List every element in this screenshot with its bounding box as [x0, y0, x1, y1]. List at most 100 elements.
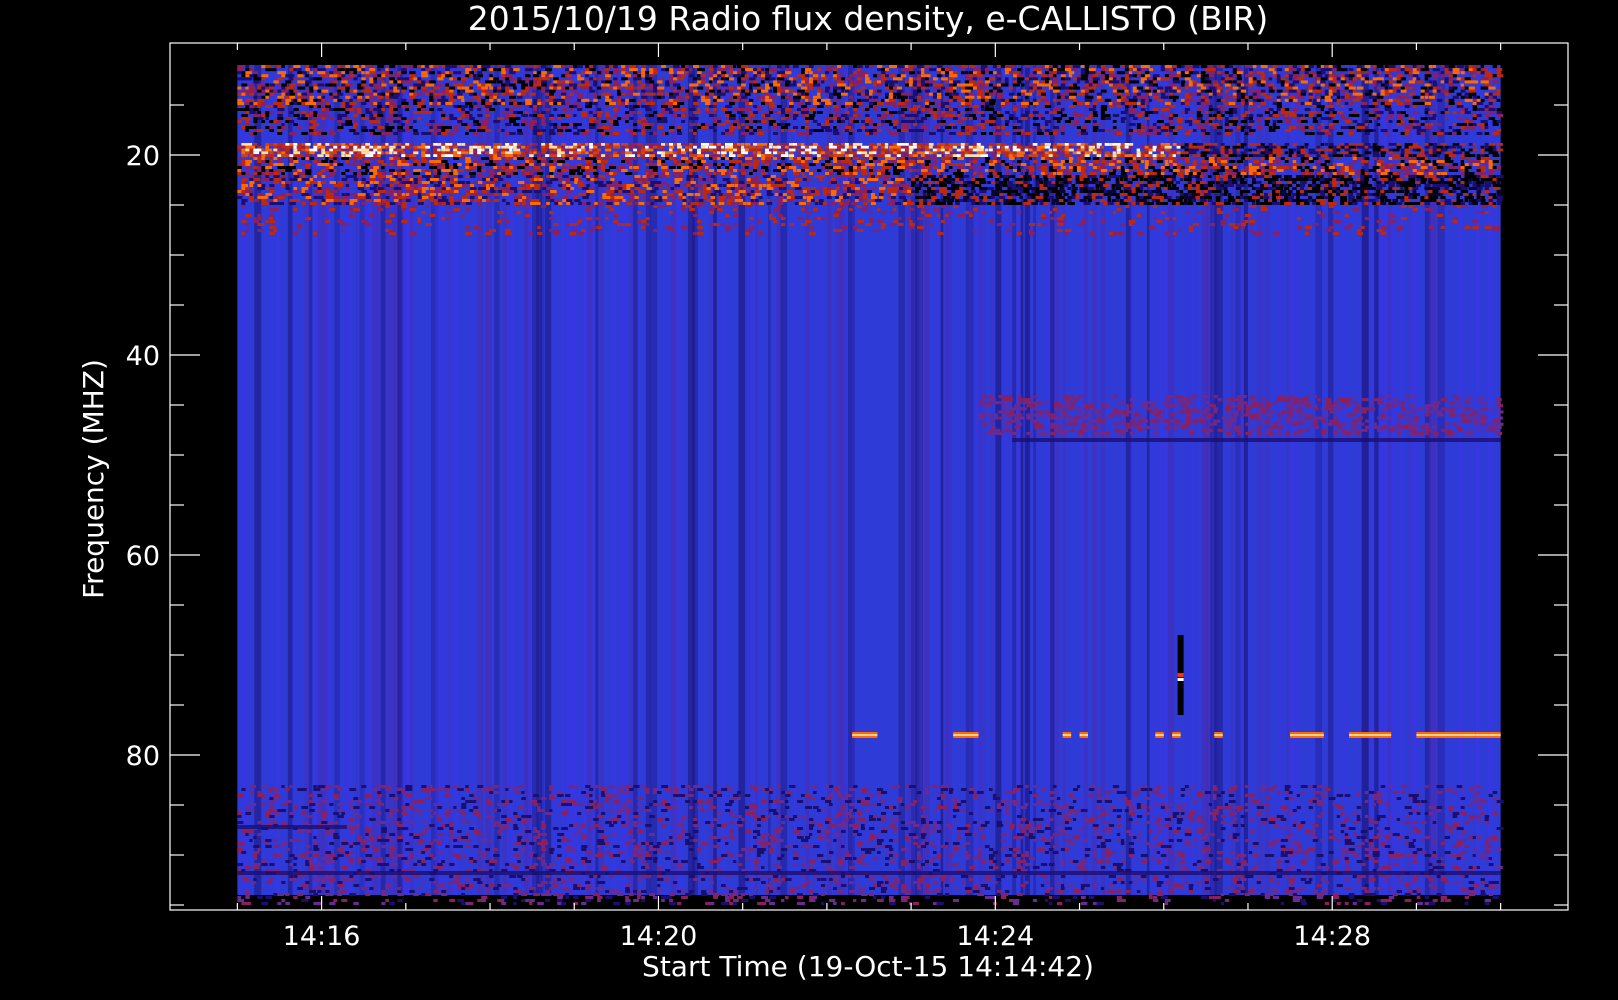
rfi-band-upper [577, 105, 582, 108]
rfi-band-upper [625, 120, 629, 123]
rfi-band-top [641, 83, 646, 87]
rfi-band-top [345, 89, 350, 93]
rfi-band-top [693, 92, 698, 96]
rfi-band-upper [1236, 126, 1242, 129]
rfi-band-top [237, 101, 245, 105]
rfi-band-bright [405, 143, 410, 146]
rfi-band-bright [732, 145, 738, 149]
rfi-band-bright [445, 154, 450, 157]
rfi-band-bright-tail [1344, 148, 1351, 152]
rfi-band-top [1320, 77, 1328, 81]
rfi-band-top [541, 65, 547, 69]
rfi-band-top [960, 71, 965, 75]
rfi-band-bright [936, 154, 942, 157]
rfi-band-upper [301, 111, 307, 114]
rfi-band-top [397, 83, 403, 87]
rfi-band-upper [533, 120, 537, 123]
rfi-band-upper [793, 117, 797, 120]
rfi-band-top [1060, 80, 1068, 84]
rfi-band-upper [397, 114, 403, 117]
rfi-band-top [1128, 101, 1136, 105]
rfi-band-top [301, 86, 306, 90]
rfi-band-bright [1096, 145, 1100, 149]
rfi-band-upper [541, 120, 546, 123]
rfi-band-upper [944, 126, 952, 129]
rfi-band-upper [665, 111, 670, 114]
rfi-band-upper [1272, 111, 1278, 114]
rfi-band-top [928, 101, 935, 105]
rfi-band-top [273, 80, 279, 84]
rfi-band-top [1200, 86, 1207, 90]
rfi-band-upper [940, 120, 946, 123]
rfi-band-upper [1140, 129, 1145, 132]
rfi-band-upper [829, 120, 834, 123]
rfi-band-top [461, 98, 465, 102]
rfi-band-top [781, 86, 788, 90]
rfi-band-top [1344, 83, 1349, 87]
rfi-band-upper [1460, 111, 1465, 114]
rfi-band-top [385, 74, 393, 78]
rfi-band-bright [633, 151, 637, 155]
rfi-band-upper [1304, 114, 1309, 117]
rfi-band-top [649, 80, 655, 84]
rfi-band-upper [1044, 120, 1052, 123]
rfi-band-bright [980, 151, 987, 155]
rfi-band-top [1304, 86, 1309, 90]
rfi-band-top [1224, 95, 1231, 99]
rfi-band-upper [601, 126, 606, 129]
rfi-band-top [1312, 80, 1317, 84]
rfi-band-upper [980, 132, 987, 135]
rfi-band-upper [1044, 123, 1049, 126]
rfi-band-top [1064, 77, 1071, 81]
rfi-band-upper [1284, 114, 1288, 117]
rfi-band-top [545, 68, 553, 72]
rfi-band-bright [549, 148, 553, 152]
rfi-band-bright [1112, 148, 1117, 152]
rfi-band-top [869, 95, 873, 99]
rfi-band-bright-tail [1404, 148, 1410, 152]
rfi-band-top [1136, 92, 1141, 96]
rfi-band-top [1104, 68, 1109, 72]
rfi-band-bright-tail [1496, 143, 1503, 146]
rfi-band-upper [277, 129, 281, 132]
rfi-band-upper [1456, 117, 1463, 120]
rfi-band-top [1484, 71, 1492, 75]
rfi-band-upper [1300, 120, 1308, 123]
rfi-band-upper [1488, 108, 1496, 111]
rfi-band-mid [329, 157, 334, 160]
rfi-band-bright [629, 145, 636, 149]
rfi-band-upper [1464, 111, 1471, 114]
rfi-band-upper [1468, 126, 1476, 129]
rfi-band-top [1116, 98, 1122, 102]
rfi-band-top [733, 98, 740, 102]
rfi-band-top [1408, 80, 1416, 84]
rfi-band-upper [1016, 132, 1021, 135]
rfi-band-top [952, 74, 958, 78]
rfi-band-mid [801, 157, 806, 160]
rfi-band-upper [1444, 108, 1449, 111]
rfi-band-top [253, 74, 258, 78]
rfi-band-upper [1448, 132, 1453, 135]
rfi-band-bright-tail [1224, 145, 1231, 149]
rfi-band-top [345, 68, 350, 72]
rfi-band-top [529, 65, 533, 69]
rfi-band-top [1120, 77, 1126, 81]
rfi-band-top [765, 86, 771, 90]
rfi-band-top [569, 86, 574, 90]
rfi-band-top [1080, 77, 1088, 81]
rfi-band-bright-tail [1288, 151, 1294, 155]
rfi-band-top [1024, 92, 1032, 96]
rfi-band-bright [373, 143, 378, 146]
rfi-band-upper [801, 108, 809, 111]
rfi-band-upper [345, 117, 351, 120]
rfi-band-upper [968, 129, 975, 132]
rfi-band-top [841, 86, 846, 90]
rfi-band-top [477, 74, 484, 78]
rfi-band-upper [1296, 114, 1304, 117]
rfi-band-top [277, 101, 284, 105]
rfi-band-top [389, 101, 396, 105]
rfi-band-upper [960, 111, 965, 114]
rfi-band-top [237, 77, 242, 81]
rfi-band-bright-tail [1368, 145, 1373, 149]
rfi-band-upper [1456, 129, 1461, 132]
